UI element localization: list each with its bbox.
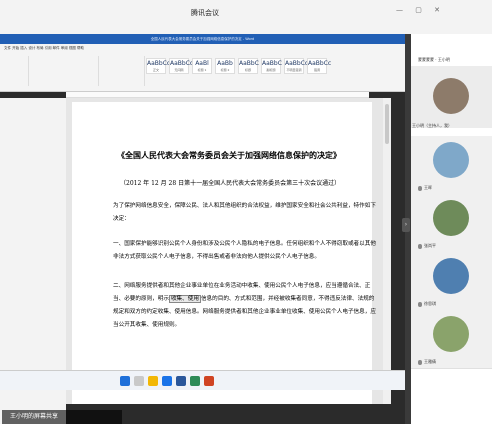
participant-name-text: 张岚平 <box>424 243 436 248</box>
style-option[interactable]: AaBbCc 正文 <box>146 58 170 74</box>
ribbon-tabs[interactable]: 文件 开始 插入 设计 布局 引用 邮件 审阅 视图 帮助 <box>0 44 405 52</box>
participant-tile[interactable]: 徐思琪 <box>411 252 492 311</box>
document-paragraph-1: 为了保护网络信息安全，保障公民、法人和其他组织的合法权益，维护国家安全和社会公共… <box>113 203 376 222</box>
style-sample: AaBbCc <box>170 60 194 67</box>
avatar <box>433 78 469 114</box>
collapse-panel-button[interactable]: › <box>402 218 410 232</box>
avatar <box>433 316 469 352</box>
style-option[interactable]: AaBb 标题 2 <box>215 58 235 74</box>
style-option[interactable]: AaBbC 副标题 <box>261 58 282 74</box>
participant-name: 王雅倩 <box>418 359 436 365</box>
style-sample: AaBbC <box>239 60 259 67</box>
document-paragraph-3: 二、网络服务提供者和其他企业事业单位在业务活动中收集、使用公民个人电子信息，应当… <box>113 280 378 332</box>
style-option[interactable]: AaBbCc 无间隔 <box>169 58 193 74</box>
mic-muted-icon <box>418 301 422 307</box>
style-sample: AaBbCc <box>147 60 171 67</box>
document-paragraph-2: 一、国家保护能够识别公民个人身份和涉及公民个人隐私的电子信息。任何组织和个人不得… <box>113 241 376 260</box>
avatar <box>433 142 469 178</box>
style-name: 标题 <box>244 68 251 72</box>
style-sample: AaBbCc <box>285 60 309 67</box>
style-name: 标题 1 <box>197 68 207 72</box>
ribbon: AaBbCc 正文 AaBbCc 无间隔 AaBl 标题 1 AaBb 标题 2 AaBbC 标题… <box>0 52 405 92</box>
style-sample: AaBb <box>217 60 233 67</box>
document-title: 《全国人民代表大会常务委员会关于加强网络信息保护的决定》 <box>117 150 341 160</box>
font-group[interactable] <box>30 56 99 86</box>
style-name: 强调 <box>313 68 320 72</box>
participant-tile[interactable]: 王雅倩 <box>411 310 492 369</box>
search-icon[interactable] <box>134 376 144 386</box>
highlighted-text: 收集、使用 <box>168 295 201 303</box>
style-option[interactable]: AaBl 标题 1 <box>192 58 212 74</box>
word-icon[interactable] <box>176 376 186 386</box>
participant-name-text: 徐思琪 <box>424 301 436 306</box>
style-name: 不明显强调 <box>286 68 302 72</box>
window-controls[interactable]: — ▢ ✕ <box>396 6 445 14</box>
scrollbar-thumb[interactable] <box>385 104 389 144</box>
participant-tile-host[interactable] <box>411 66 492 128</box>
participant-name-text: 王雅倩 <box>424 359 436 364</box>
meeting-app-icon[interactable] <box>190 376 200 386</box>
style-option[interactable]: AaBbC 标题 <box>238 58 259 74</box>
file-explorer-icon[interactable] <box>148 376 158 386</box>
style-name: 标题 2 <box>220 68 230 72</box>
participant-name-text: 王晖 <box>424 185 432 190</box>
style-name: 正文 <box>152 68 159 72</box>
mic-muted-icon <box>418 185 422 191</box>
style-name: 副标题 <box>266 68 276 72</box>
first-participant-name: 蒙蒙蒙蒙 · 王小明 <box>418 57 450 62</box>
mic-muted-icon <box>418 359 422 365</box>
participant-name: 张岚平 <box>418 243 436 249</box>
word-title-bar: 全国人民代表大会常务委员会关于加强网络信息保护的决定 - Word <box>0 34 405 44</box>
participant-tile[interactable]: 张岚平 <box>411 194 492 253</box>
host-tag: 王小明（主持人，我） <box>412 123 452 128</box>
avatar <box>433 258 469 294</box>
meeting-title: 腾讯会议 <box>191 9 219 17</box>
document-subtitle: （2012 年 12 月 28 日第十一届全国人民代表大会常务委员会第三十次会议… <box>120 180 341 187</box>
style-sample: AaBbCc <box>308 60 332 67</box>
participant-name: 徐思琪 <box>418 301 436 307</box>
style-option[interactable]: AaBbCc 强调 <box>307 58 331 74</box>
style-sample: AaBbC <box>262 60 282 67</box>
browser-icon[interactable] <box>162 376 172 386</box>
powerpoint-icon[interactable] <box>204 376 214 386</box>
style-name: 无间隔 <box>174 68 184 72</box>
taskbar <box>0 370 405 390</box>
paragraph-group[interactable] <box>100 56 145 86</box>
start-icon[interactable] <box>120 376 130 386</box>
style-option[interactable]: AaBbCc 不明显强调 <box>284 58 308 74</box>
screen-share-label: 王小明的屏幕共享 <box>2 410 122 424</box>
participant-tile[interactable]: 王晖 <box>411 136 492 195</box>
editing-group[interactable] <box>335 56 403 86</box>
style-sample: AaBl <box>195 60 209 67</box>
shared-screen: 全国人民代表大会常务委员会关于加强网络信息保护的决定 - Word 文件 开始 … <box>0 34 405 424</box>
mic-muted-icon <box>418 243 422 249</box>
participant-name: 王晖 <box>418 185 432 191</box>
avatar <box>433 200 469 236</box>
clipboard-group[interactable] <box>2 56 29 86</box>
